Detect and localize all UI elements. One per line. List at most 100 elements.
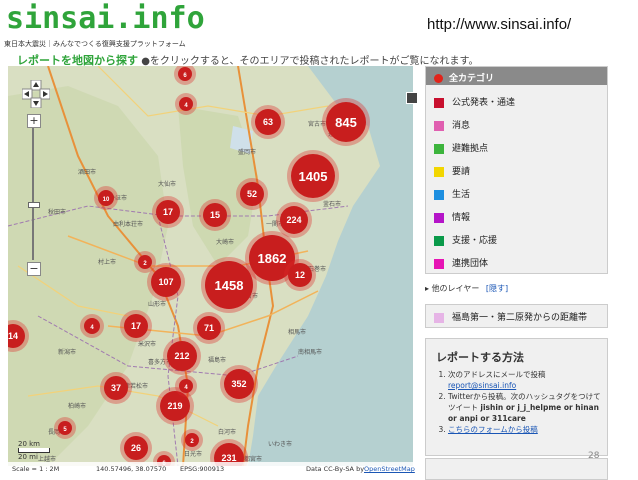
how-to-report-box: レポートする方法 次のアドレスにメールで投稿report@sinsai.info… [425, 338, 608, 456]
how-to-report-title: レポートする方法 [436, 351, 524, 364]
report-cluster[interactable]: 5 [54, 417, 76, 439]
logo-tagline: 東日本大震災｜みんなでつくる復興支援プラットフォーム [4, 40, 186, 48]
town-label: 釜石市 [323, 200, 341, 208]
page-number: 28 [588, 451, 600, 461]
report-cluster[interactable]: 12 [284, 259, 316, 291]
report-cluster[interactable]: 1405 [287, 150, 339, 202]
category-label: 支援・応援 [452, 236, 498, 246]
category-label: 要請 [452, 167, 471, 177]
category-item[interactable]: 消息 [434, 118, 470, 131]
report-map[interactable]: 秋田市盛岡市釜石市山形市仙台市石巻市福島市郡山市いわき市会津若松市新潟市大崎市米… [8, 66, 413, 466]
town-label: 日光市 [184, 450, 202, 458]
town-label: 相馬市 [288, 328, 306, 336]
cluster-count: 14 [8, 331, 18, 341]
report-cluster[interactable]: 17 [120, 310, 152, 342]
category-filter: 全カテゴリ 公式発表・通達消息避難拠点要請生活情報支援・応援連携団体 [425, 66, 608, 274]
category-swatch-icon [434, 143, 444, 154]
category-label: 避難拠点 [452, 144, 489, 154]
cluster-count: 1405 [299, 169, 328, 184]
zoom-slider-handle[interactable] [28, 202, 40, 208]
category-swatch-icon [434, 235, 444, 246]
zoom-track[interactable] [32, 128, 34, 260]
town-label: 柏崎市 [68, 402, 86, 410]
report-cluster[interactable]: 37 [100, 372, 132, 404]
report-cluster[interactable]: 4 [80, 314, 104, 338]
cluster-count: 63 [263, 117, 273, 127]
town-label: 酒田市 [78, 168, 96, 176]
cluster-count: 1862 [258, 251, 287, 266]
category-item[interactable]: 要請 [434, 164, 470, 177]
category-swatch-icon [434, 166, 444, 177]
report-cluster[interactable]: 2 [181, 429, 203, 451]
report-email-link[interactable]: report@sinsai.info [448, 381, 516, 390]
category-item[interactable]: 公式発表・通達 [434, 95, 515, 108]
category-swatch-icon [434, 97, 444, 108]
projection: EPSG:900913 [180, 465, 225, 473]
report-cluster[interactable]: 15 [199, 199, 231, 231]
zoom-control[interactable]: + − [27, 114, 41, 276]
town-label: 大崎市 [216, 238, 234, 246]
report-cluster[interactable]: 4 [175, 375, 197, 397]
report-cluster[interactable]: 224 [276, 202, 312, 238]
town-label: 村上市 [98, 258, 116, 266]
osm-link[interactable]: OpenStreetMap [364, 462, 415, 476]
cluster-count: 107 [158, 277, 173, 287]
cluster-count: 52 [247, 189, 257, 199]
town-label: 大仙市 [158, 180, 176, 188]
cluster-count: 352 [231, 379, 246, 389]
report-cluster[interactable]: 26 [120, 432, 152, 464]
report-step-3: こちらのフォームから投稿 [448, 424, 608, 435]
hide-layers-link[interactable]: [隠す] [486, 284, 508, 293]
category-item[interactable]: 情報 [434, 210, 470, 223]
sinsai-logo: sinsai.info [6, 1, 205, 36]
coordinates: 140.57496, 38.07570 [96, 465, 167, 473]
report-step-1: 次のアドレスにメールで投稿report@sinsai.info [448, 369, 608, 391]
scale-km: 20 km [18, 440, 41, 448]
cluster-count: 1458 [215, 278, 244, 293]
category-swatch-icon [434, 258, 444, 269]
category-item[interactable]: 生活 [434, 187, 470, 200]
map-scale: 20 km 20 mi [18, 440, 50, 461]
report-cluster[interactable]: 63 [251, 105, 285, 139]
report-cluster[interactable]: 1458 [201, 257, 257, 313]
report-cluster[interactable]: 4 [175, 93, 197, 115]
map-canvas[interactable]: 秋田市盛岡市釜石市山形市仙台市石巻市福島市郡山市いわき市会津若松市新潟市大崎市米… [8, 66, 413, 466]
bottom-panel [425, 458, 608, 480]
town-label: 秋田市 [48, 208, 66, 216]
category-item[interactable]: 支援・応援 [434, 233, 497, 246]
report-form-link[interactable]: こちらのフォームから投稿 [448, 425, 538, 434]
town-label: 福島市 [208, 356, 226, 364]
town-label: 由利本荘市 [113, 220, 143, 228]
category-swatch-icon [434, 120, 444, 131]
cluster-count: 37 [111, 383, 121, 393]
town-label: 新潟市 [58, 348, 76, 356]
scale-ratio: Scale = 1 : 2M [12, 465, 60, 473]
cluster-count: 26 [131, 443, 141, 453]
category-item[interactable]: 連携団体 [434, 256, 488, 269]
zoom-out-button[interactable]: − [27, 262, 41, 276]
report-cluster[interactable]: 212 [163, 337, 201, 375]
report-cluster[interactable]: 17 [152, 196, 184, 228]
cluster-count: 212 [174, 351, 189, 361]
distance-layer-item[interactable]: 福島第一・第二原発からの距離帯 [425, 304, 608, 328]
category-swatch-icon [434, 189, 444, 200]
all-categories-row[interactable]: 全カテゴリ [426, 67, 607, 85]
report-cluster[interactable]: 352 [220, 365, 258, 403]
report-cluster[interactable]: 71 [193, 312, 225, 344]
category-item[interactable]: 避難拠点 [434, 141, 488, 154]
cluster-count: 12 [295, 270, 305, 280]
layer-switcher-button[interactable] [406, 92, 418, 104]
pan-control[interactable] [21, 79, 51, 109]
cluster-count: 17 [163, 207, 173, 217]
report-cluster[interactable]: 10 [94, 186, 118, 210]
cluster-count: 15 [210, 210, 220, 220]
report-cluster[interactable]: 845 [322, 98, 370, 146]
all-categories-label: 全カテゴリ [449, 74, 495, 84]
distance-swatch-icon [434, 312, 444, 323]
attribution: Data CC-By-SA by [306, 465, 365, 473]
zoom-in-button[interactable]: + [27, 114, 41, 128]
category-label: 公式発表・通達 [452, 98, 516, 108]
cluster-count: 71 [204, 323, 214, 333]
report-cluster[interactable]: 52 [236, 178, 268, 210]
report-cluster[interactable]: 107 [147, 263, 185, 301]
